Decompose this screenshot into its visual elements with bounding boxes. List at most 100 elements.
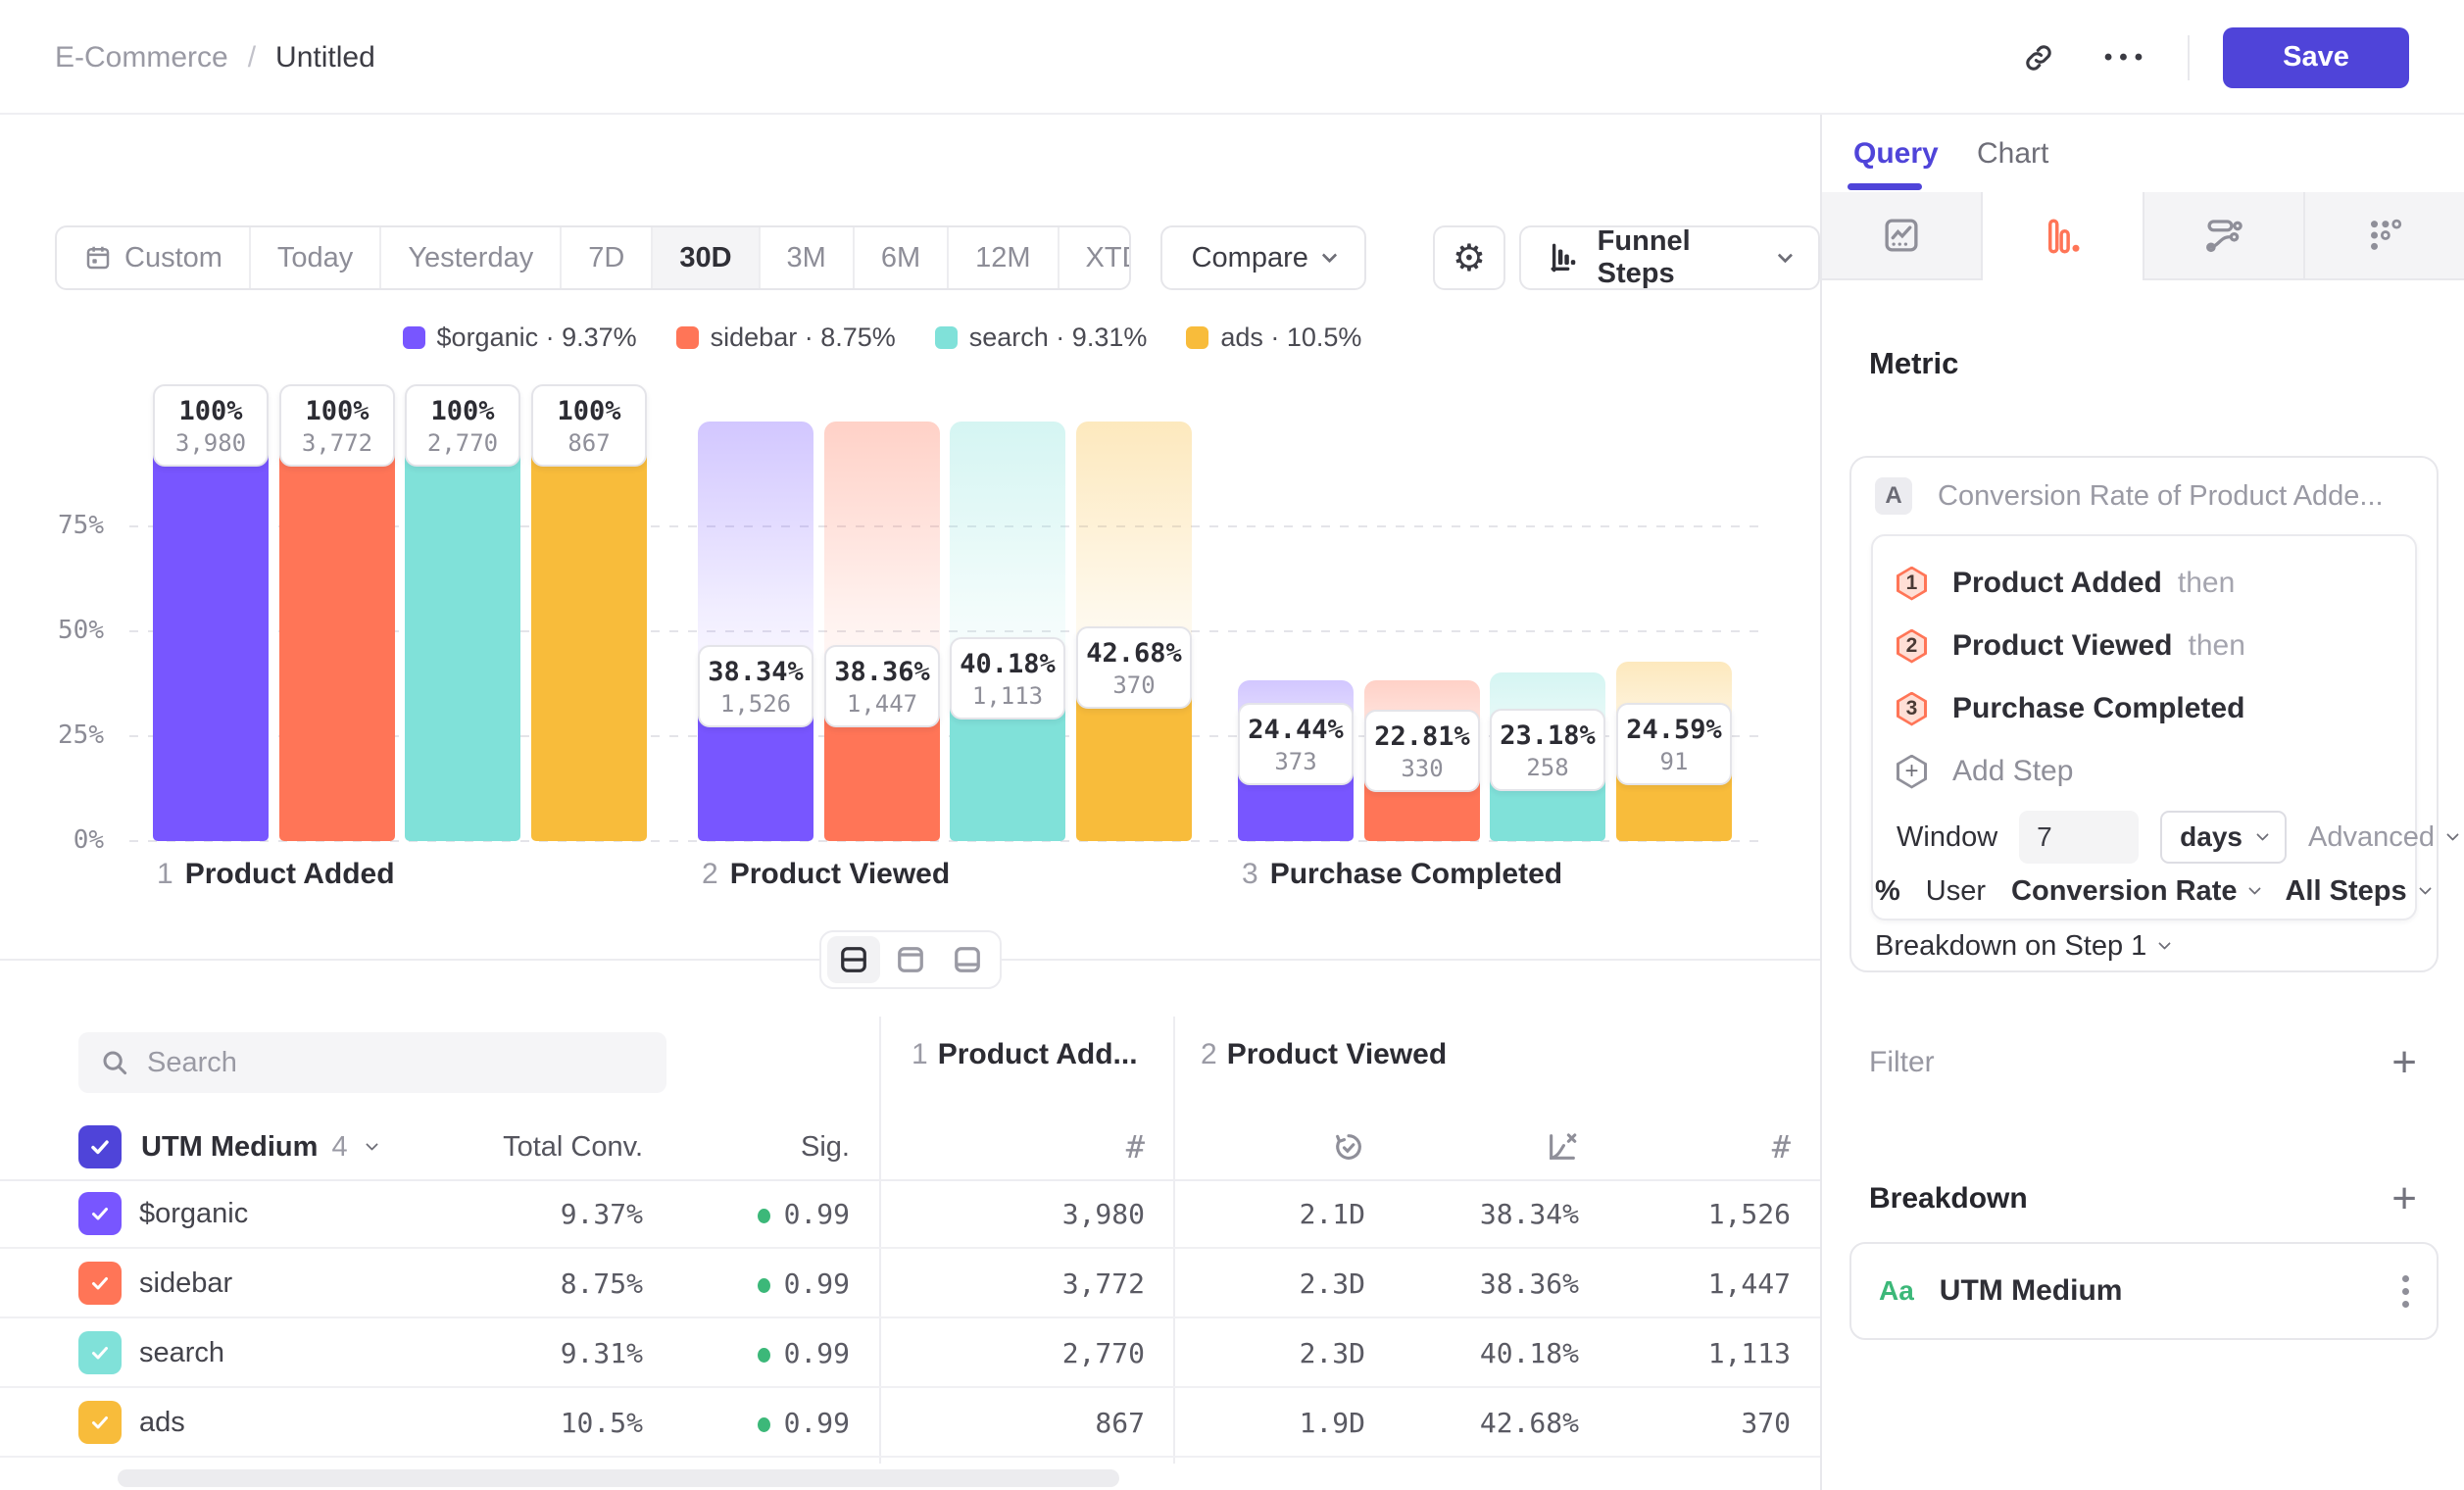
layout-split-button[interactable]	[827, 936, 880, 983]
legend-swatch	[403, 326, 425, 349]
range-today[interactable]: Today	[249, 227, 379, 288]
entity-label[interactable]: User	[1926, 875, 1986, 908]
layout-chart-only-button[interactable]	[884, 936, 937, 983]
table-row[interactable]: $organic9.37%0.993,9802.1D38.34%1,526	[0, 1179, 1820, 1249]
breakdown-on-step-select[interactable]: Breakdown on Step 1	[1875, 926, 2169, 966]
search-icon	[100, 1048, 129, 1077]
query-step-2[interactable]: 2 Product Viewed then	[1897, 615, 2391, 677]
bar-value-label: 100%3,980	[153, 384, 269, 467]
step-label: 3Purchase Completed	[1242, 858, 1562, 891]
legend-swatch	[935, 326, 958, 349]
range-7d[interactable]: 7D	[560, 227, 651, 288]
bar-value-label: 38.34%1,526	[698, 645, 813, 727]
step-number-badge: 1	[1897, 567, 1927, 601]
chart-type-funnels[interactable]	[1981, 192, 2142, 280]
range-custom[interactable]: Custom	[57, 227, 249, 288]
range-yesterday[interactable]: Yesterday	[379, 227, 560, 288]
range-12m[interactable]: 12M	[947, 227, 1057, 288]
active-tab-underline	[1848, 183, 1922, 190]
calendar-icon	[83, 243, 113, 273]
legend-swatch	[1186, 326, 1208, 349]
step2-count-column[interactable]: #	[0, 1115, 1791, 1179]
bar-value-label: 100%2,770	[405, 384, 520, 467]
chevron-down-icon	[2249, 882, 2262, 895]
chevron-down-icon	[2256, 828, 2269, 841]
search-input[interactable]	[147, 1047, 645, 1079]
save-button[interactable]: Save	[2223, 27, 2409, 88]
y-axis-tick: 0%	[29, 825, 104, 855]
window-value-input[interactable]	[2019, 811, 2139, 864]
string-property-icon: Aa	[1879, 1275, 1914, 1307]
kebab-menu-icon[interactable]	[2402, 1275, 2409, 1308]
bar-value-label: 23.18%258	[1490, 709, 1605, 791]
bar-value-label: 22.81%330	[1364, 710, 1480, 792]
funnel-bar[interactable]	[153, 422, 269, 841]
chart-settings-button[interactable]: ⚙	[1433, 225, 1505, 290]
table-row[interactable]: sidebar8.75%0.993,7722.3D38.36%1,447	[0, 1249, 1820, 1318]
y-axis-tick: 50%	[29, 616, 104, 645]
share-link-icon[interactable]	[2011, 30, 2066, 85]
chart-type-retention[interactable]	[2303, 192, 2464, 280]
query-step-1[interactable]: 1 Product Added then	[1897, 552, 2391, 615]
horizontal-scrollbar[interactable]	[118, 1469, 1119, 1487]
funnel-bar[interactable]	[279, 422, 395, 841]
breadcrumb-current[interactable]: Untitled	[275, 41, 375, 74]
measurement-row: % User Conversion Rate All Steps	[1875, 869, 2430, 913]
bar-value-label: 24.59%91	[1616, 703, 1732, 785]
table-row[interactable]: ads10.5%0.998671.9D42.68%370	[0, 1388, 1820, 1458]
legend-item[interactable]: $organic · 9.37%	[403, 323, 637, 353]
chart-view-selector[interactable]: Funnel Steps	[1519, 225, 1820, 290]
step-label: 1Product Added	[157, 858, 395, 891]
compare-button[interactable]: Compare	[1160, 225, 1366, 290]
legend-item[interactable]: sidebar · 8.75%	[676, 323, 896, 353]
tab-chart[interactable]: Chart	[1977, 115, 2048, 192]
table-row[interactable]: search9.31%0.992,7702.3D40.18%1,113	[0, 1318, 1820, 1388]
panel-tabs: Query Chart	[1822, 115, 2464, 192]
breadcrumb: E-Commerce / Untitled	[55, 0, 375, 115]
advanced-toggle[interactable]: Advanced	[2308, 821, 2457, 854]
add-step-button[interactable]: + Add Step	[1897, 740, 2391, 803]
metric-badge: A	[1875, 477, 1912, 515]
top-bar: E-Commerce / Untitled ••• Save	[0, 0, 2464, 115]
table-step2-header: 2Product Viewed	[1201, 1038, 1447, 1071]
flows-icon	[2203, 215, 2244, 256]
breadcrumb-parent[interactable]: E-Commerce	[55, 41, 228, 74]
chart-type-selector	[1822, 192, 2464, 280]
funnel-bar[interactable]	[531, 422, 647, 841]
more-menu-icon[interactable]: •••	[2099, 30, 2154, 85]
metric-summary-row[interactable]: A Conversion Rate of Product Adde...	[1875, 475, 2384, 517]
legend-item[interactable]: search · 9.31%	[935, 323, 1148, 353]
breakdown-heading: Breakdown	[1869, 1182, 2028, 1216]
table-header-row: UTM Medium 4 Total Conv. Sig. # #	[0, 1115, 1820, 1179]
chart-legend: $organic · 9.37% sidebar · 8.75% search · …	[0, 323, 1764, 353]
range-xtd[interactable]: XTD	[1058, 227, 1131, 288]
metric-type-select[interactable]: Conversion Rate	[2011, 875, 2259, 908]
add-filter-icon[interactable]: +	[2391, 1041, 2417, 1084]
metric-card: A Conversion Rate of Product Adde... 1 P…	[1849, 456, 2439, 972]
percent-icon: %	[1875, 875, 1900, 908]
chart-type-flows[interactable]	[2143, 192, 2303, 280]
legend-item[interactable]: ads · 10.5%	[1186, 323, 1361, 353]
breakdown-item[interactable]: Aa UTM Medium	[1849, 1242, 2439, 1340]
row-step2-count: 1,447	[0, 1249, 1791, 1318]
range-3m[interactable]: 3M	[759, 227, 853, 288]
conversion-window-row: Window days Advanced	[1897, 805, 2391, 869]
funnels-icon	[2042, 216, 2083, 257]
range-6m[interactable]: 6M	[853, 227, 947, 288]
row-step2-count: 370	[0, 1388, 1791, 1458]
breadcrumb-separator: /	[248, 41, 256, 74]
row-step2-count: 1,526	[0, 1179, 1791, 1249]
query-panel: Query Chart	[1820, 115, 2464, 1490]
steps-scope-select[interactable]: All Steps	[2285, 875, 2429, 908]
window-unit-select[interactable]: days	[2160, 811, 2287, 864]
chart-type-insights[interactable]	[1822, 192, 1981, 280]
layout-table-only-button[interactable]	[941, 936, 994, 983]
range-30d[interactable]: 30D	[651, 227, 758, 288]
query-step-3[interactable]: 3 Purchase Completed	[1897, 677, 2391, 740]
funnel-bar[interactable]	[405, 422, 520, 841]
tab-query[interactable]: Query	[1853, 115, 1939, 192]
step-number-badge: 2	[1897, 629, 1927, 664]
add-breakdown-icon[interactable]: +	[2391, 1177, 2417, 1220]
chevron-down-icon	[1778, 247, 1793, 262]
count-icon: #	[1772, 1128, 1791, 1166]
